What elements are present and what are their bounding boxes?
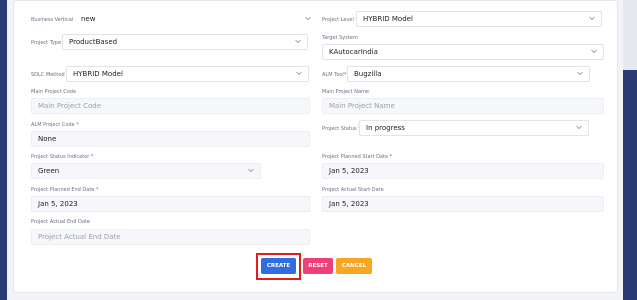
chevron-down-icon [577, 71, 583, 76]
project-status-indicator-select[interactable]: Green [31, 163, 261, 179]
chevron-down-icon [589, 16, 595, 21]
cancel-button[interactable]: CANCEL [336, 258, 372, 274]
business-vertical-select[interactable]: new [74, 11, 318, 27]
create-button-highlight [256, 253, 301, 280]
project-level-value: HYBRID Model [363, 15, 413, 23]
chevron-down-icon [591, 49, 597, 54]
alm-project-code-label: ALM Project Code * [31, 122, 79, 128]
project-status-value: In progress [366, 124, 405, 132]
target-system-select[interactable]: KAutocarIndia [322, 44, 604, 60]
project-actual-start-date-value: Jan 5, 2023 [329, 200, 369, 208]
project-actual-end-date-label: Project Actual End Date [31, 219, 90, 225]
alm-tool-label: ALM Tool* [322, 72, 347, 78]
main-project-name-placeholder: Main Project Name [329, 102, 395, 110]
alm-project-code-value: None [38, 135, 57, 143]
main-project-code-label: Main Project Code [31, 89, 77, 95]
project-planned-start-date-value: Jan 5, 2023 [329, 167, 369, 175]
main-project-name-input[interactable]: Main Project Name [322, 98, 604, 114]
create-project-form: Business Vertical * new Project Level * … [13, 0, 618, 293]
business-vertical-label: Business Vertical * [31, 17, 78, 23]
project-type-select[interactable]: ProductBased [62, 34, 308, 50]
alm-tool-value: Bugzilla [354, 70, 382, 78]
sdlc-method-value: HYBRID Model [73, 70, 123, 78]
project-planned-end-date-value: Jan 5, 2023 [38, 200, 78, 208]
project-type-value: ProductBased [69, 38, 118, 46]
project-type-label: Project Type * [31, 40, 66, 46]
left-sidebar-edge [0, 0, 7, 300]
project-planned-start-date-input[interactable]: Jan 5, 2023 [322, 163, 604, 179]
project-planned-end-date-label: Project Planned End Date * [31, 187, 99, 193]
main-project-code-placeholder: Main Project Code [38, 102, 102, 110]
project-status-select[interactable]: In progress [359, 120, 589, 136]
project-actual-start-date-input[interactable]: Jan 5, 2023 [322, 196, 604, 212]
project-status-indicator-value: Green [38, 167, 60, 175]
sdlc-method-label: SDLC Method * [31, 72, 69, 78]
target-system-value: KAutocarIndia [329, 48, 378, 56]
alm-tool-select[interactable]: Bugzilla [347, 66, 590, 82]
chevron-down-icon [295, 39, 301, 44]
chevron-down-icon [576, 125, 582, 130]
main-project-code-input[interactable]: Main Project Code [31, 98, 310, 114]
target-system-label: Target System [322, 35, 358, 41]
alm-project-code-input[interactable]: None [31, 131, 310, 147]
chevron-down-icon [296, 71, 302, 76]
sdlc-method-select[interactable]: HYBRID Model [66, 66, 309, 82]
project-status-indicator-label: Project Status Indicator * [31, 154, 94, 160]
business-vertical-value: new [81, 15, 96, 23]
project-level-select[interactable]: HYBRID Model [356, 11, 602, 27]
main-project-name-label: Main Project Name [322, 89, 369, 95]
project-actual-end-date-placeholder: Project Actual End Date [38, 233, 121, 241]
chevron-down-icon [248, 168, 254, 173]
project-planned-start-date-label: Project Planned Start Date * [322, 154, 393, 160]
project-planned-end-date-input[interactable]: Jan 5, 2023 [31, 196, 310, 212]
chevron-down-icon [305, 16, 311, 21]
project-actual-start-date-label: Project Actual Start Date [322, 187, 384, 193]
right-scrollbar[interactable] [623, 70, 637, 300]
project-actual-end-date-input[interactable]: Project Actual End Date [31, 229, 310, 245]
project-level-label: Project Level * [322, 17, 358, 23]
right-scroll-track [623, 0, 637, 70]
project-status-label: Project Status * [322, 126, 361, 132]
reset-button[interactable]: RESET [303, 258, 333, 274]
